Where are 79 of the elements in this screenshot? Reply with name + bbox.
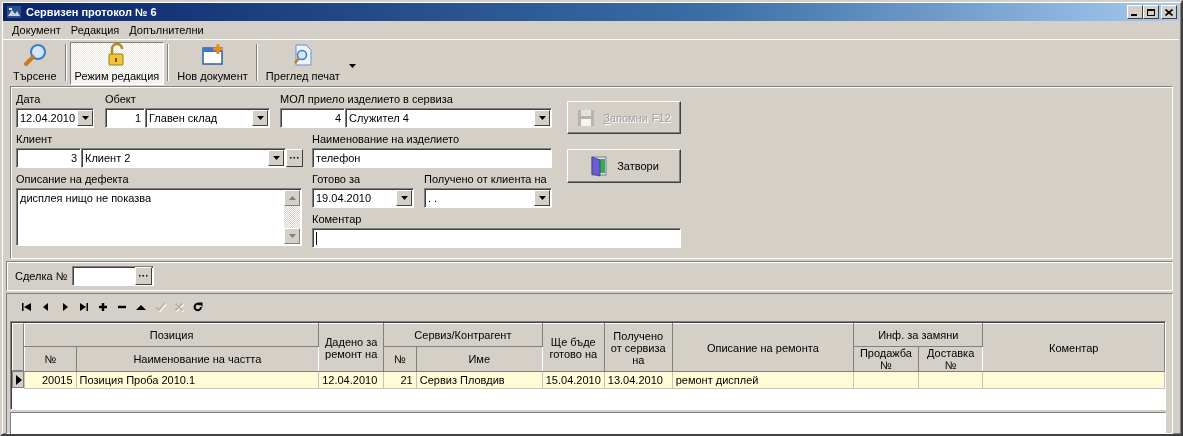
date-field[interactable]: 12.04.2010 [16, 108, 94, 128]
employee-field[interactable]: Служител 4 [345, 108, 552, 128]
column-header[interactable]: Ще бъде готово на [542, 323, 605, 372]
field-label: Готово за [312, 172, 362, 187]
field-label: Описание на дефекта [16, 172, 130, 187]
cross-icon [173, 302, 184, 312]
field-label: Обект [105, 92, 137, 107]
checkmark-icon [154, 302, 165, 312]
up-icon [135, 302, 146, 312]
ellipsis-button[interactable] [286, 149, 303, 167]
caret-icon [538, 116, 546, 120]
caret-icon [400, 196, 408, 200]
toolbar-button[interactable]: Нов документ [172, 42, 253, 85]
code-field[interactable]: 3 [16, 148, 81, 168]
column-header[interactable]: Наименование на частта [76, 346, 319, 372]
defect-description-field[interactable]: дисплея нищо не показва [16, 188, 302, 246]
code-field[interactable]: 4 [280, 108, 345, 128]
object-field[interactable]: Главен склад [145, 108, 270, 128]
toolbar-button[interactable]: Преглед печат [260, 42, 345, 85]
column-header[interactable]: Име [416, 346, 543, 372]
row-indicator[interactable] [12, 371, 24, 388]
caret-icon [256, 116, 264, 120]
toolbar-button[interactable]: Търсене [8, 42, 62, 85]
text-cursor-icon [316, 231, 317, 245]
product-name-field[interactable]: телефон [312, 148, 552, 168]
minimize-button[interactable] [1127, 5, 1143, 19]
column-header[interactable]: Дадено за ремонт на [318, 323, 384, 372]
ready-date-field[interactable]: 19.04.2010 [312, 188, 414, 208]
comment-field[interactable] [312, 228, 681, 248]
maximize-icon [1147, 8, 1155, 16]
window-title: Сервизен протокол № 6 [26, 6, 158, 18]
field-label: Коментар [312, 212, 363, 227]
close-form-button[interactable]: Затвори [567, 149, 681, 183]
dropdown-button[interactable] [252, 110, 268, 126]
column-header[interactable]: № [24, 346, 77, 372]
last-record-icon [78, 302, 89, 312]
scrollbar[interactable] [284, 190, 300, 244]
menu-item[interactable]: Допълнителни [124, 24, 209, 36]
menu-item[interactable]: Редакция [65, 24, 125, 36]
caret-icon [81, 116, 89, 120]
new-window-icon [200, 43, 225, 67]
close-icon [1165, 8, 1173, 16]
menu-item[interactable]: Документ [7, 24, 66, 36]
dropdown-button[interactable] [396, 190, 412, 206]
deal-number-field[interactable] [71, 266, 154, 286]
dropdown-button[interactable] [268, 150, 284, 166]
client-field[interactable]: Клиент 2 [81, 148, 286, 168]
refresh-icon [192, 302, 203, 312]
dropdown-button[interactable] [77, 110, 93, 126]
field-label: Клиент [16, 132, 54, 147]
toolbar-button[interactable]: Режим редакция [69, 42, 165, 85]
app-icon [6, 4, 22, 20]
field-label: Дата [16, 92, 42, 107]
caret-icon [348, 64, 356, 68]
field-label: Наименование на изделието [312, 132, 461, 147]
code-field[interactable]: 1 [105, 108, 145, 128]
caret-icon [538, 196, 546, 200]
maximize-button[interactable] [1143, 5, 1159, 19]
dropdown-button[interactable] [534, 110, 550, 126]
magnifier-icon [22, 43, 47, 67]
field-label: МОЛ приело изделието в сервиза [280, 92, 454, 107]
scroll-down-icon [288, 234, 296, 238]
first-record-icon [21, 302, 32, 312]
field-label: Сделка № [15, 270, 68, 282]
received-date-field[interactable]: . . [424, 188, 552, 208]
ellipsis-button[interactable] [134, 267, 152, 285]
caret-icon [272, 156, 280, 160]
dropdown-button[interactable] [534, 190, 550, 206]
column-header[interactable]: Коментар [983, 323, 1165, 372]
field-label: Получено от клиента на [424, 172, 548, 187]
column-header[interactable]: Позиция [24, 323, 319, 347]
column-header[interactable]: Инф. за замяни [853, 323, 983, 347]
plus-icon [97, 302, 108, 312]
column-header[interactable]: Сервиз/Контрагент [383, 323, 543, 347]
door-icon [589, 155, 610, 177]
scroll-up-icon [288, 196, 296, 200]
column-header[interactable]: Описание на ремонта [672, 323, 854, 372]
column-header[interactable]: Получено от сервиза на [604, 323, 673, 372]
close-button[interactable] [1161, 5, 1177, 19]
